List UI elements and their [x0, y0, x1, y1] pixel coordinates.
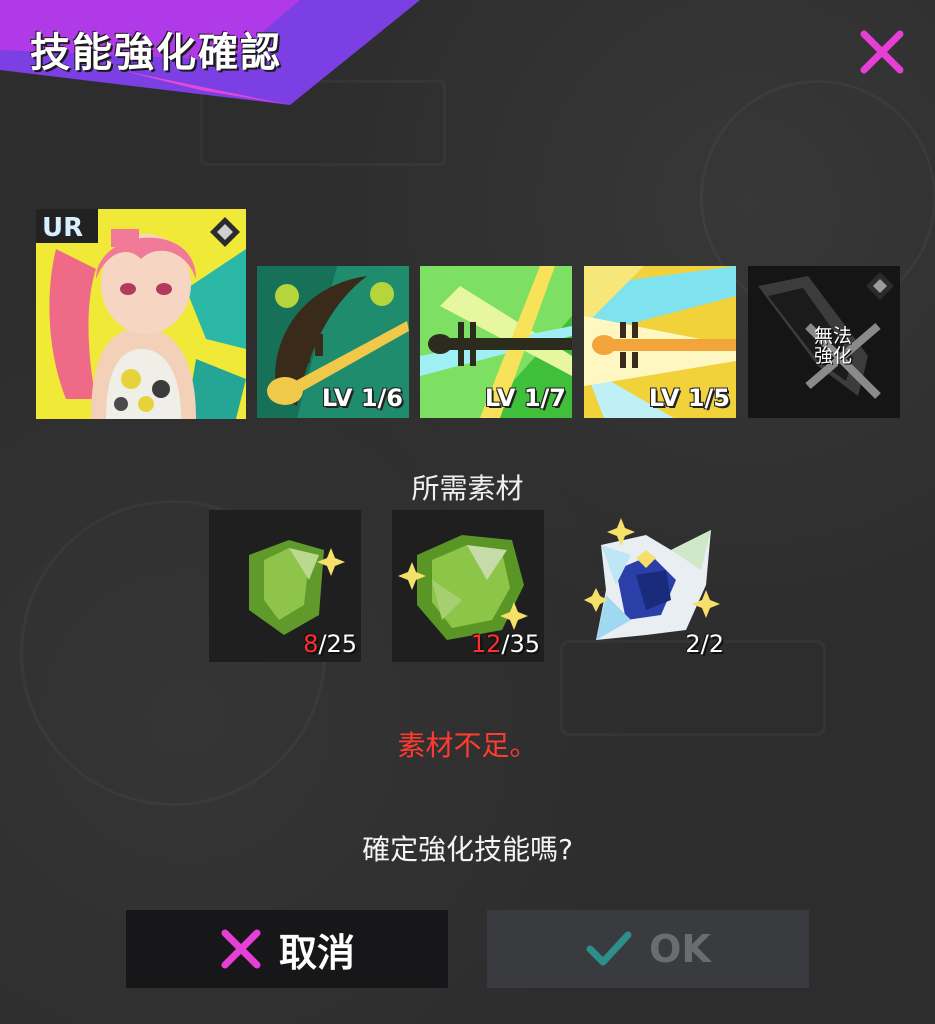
ok-button-disabled[interactable]: OK [487, 910, 809, 988]
close-button[interactable] [858, 28, 906, 76]
cancel-button[interactable]: 取消 [126, 910, 448, 988]
material-item-1[interactable]: 8/25 [209, 510, 361, 662]
svg-text:UR: UR [42, 213, 83, 243]
skill-level-label: LV 1/6 [321, 384, 403, 412]
skill-card-2[interactable]: LV 1/7 [420, 266, 572, 418]
material-count: 12/35 [471, 630, 540, 658]
material-count: 2/2 [685, 630, 724, 658]
material-item-3[interactable]: 2/2 [576, 510, 728, 662]
material-item-2[interactable]: 12/35 [392, 510, 544, 662]
locked-status-label: 無法 強化 [813, 325, 852, 367]
skill-card-4-locked[interactable]: 無法 強化 [748, 266, 900, 418]
material-have-count: 12 [470, 630, 502, 658]
material-need-count: /35 [501, 630, 540, 658]
cancel-button-label: 取消 [278, 930, 355, 975]
ur-rarity-badge: UR [36, 209, 98, 243]
material-have-count: 2/2 [685, 630, 724, 658]
checkmark-icon [586, 931, 632, 966]
skill-card-1[interactable]: LV 1/6 [257, 266, 409, 418]
diamond-icon [210, 217, 240, 247]
dialog-title: 技能強化確認 [30, 30, 282, 76]
material-count: 8/25 [303, 630, 357, 658]
required-materials-label: 所需素材 [411, 472, 524, 505]
ok-button-label: OK [649, 927, 711, 971]
insufficient-materials-warning: 素材不足。 [397, 729, 538, 762]
cancel-x-icon [221, 929, 261, 969]
material-need-count: /25 [318, 630, 357, 658]
close-icon [860, 30, 904, 74]
skill-level-label: LV 1/7 [484, 384, 566, 412]
material-have-count: 8 [303, 630, 319, 658]
confirm-question: 確定強化技能嗎? [362, 833, 573, 866]
skill-level-label: LV 1/5 [648, 384, 730, 412]
character-card[interactable]: UR [36, 209, 246, 419]
skill-card-3[interactable]: LV 1/5 [584, 266, 736, 418]
